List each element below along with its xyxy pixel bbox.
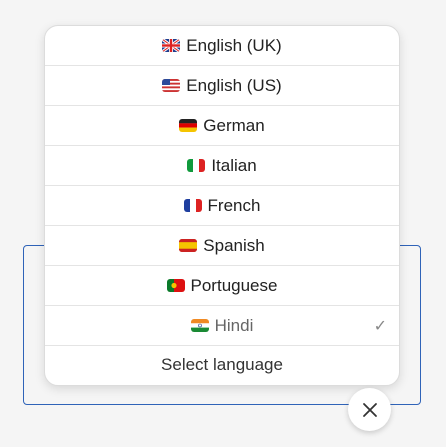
flag-es-icon [179, 239, 198, 252]
language-option-german[interactable]: German [45, 106, 399, 146]
flag-in-icon [190, 319, 209, 332]
flag-de-icon [179, 119, 198, 132]
language-label: Portuguese [190, 275, 278, 295]
language-list: English (UK) English (US) German Italian [45, 26, 399, 346]
language-label: Italian [211, 155, 257, 175]
flag-us-icon [162, 79, 181, 92]
flag-it-icon [187, 159, 206, 172]
language-option-hindi[interactable]: Hindi ✓ [45, 306, 399, 346]
close-icon [362, 402, 377, 417]
language-menu: English (UK) English (US) German Italian [44, 25, 400, 386]
flag-uk-icon [162, 39, 181, 52]
select-language-label: Select language [161, 355, 283, 374]
language-label: French [207, 195, 261, 215]
flag-pt-icon [166, 279, 185, 292]
language-option-english-uk[interactable]: English (UK) [45, 26, 399, 66]
language-label: Hindi [214, 315, 254, 335]
close-button[interactable] [348, 388, 391, 431]
language-label: English (UK) [186, 35, 282, 55]
language-label: Spanish [203, 235, 265, 255]
language-label: German [203, 115, 265, 135]
language-option-french[interactable]: French [45, 186, 399, 226]
language-option-italian[interactable]: Italian [45, 146, 399, 186]
language-option-english-us[interactable]: English (US) [45, 66, 399, 106]
checkmark-icon: ✓ [373, 317, 387, 335]
language-label: English (US) [186, 75, 282, 95]
language-option-spanish[interactable]: Spanish [45, 226, 399, 266]
flag-fr-icon [183, 199, 202, 212]
language-option-portuguese[interactable]: Portuguese [45, 266, 399, 306]
